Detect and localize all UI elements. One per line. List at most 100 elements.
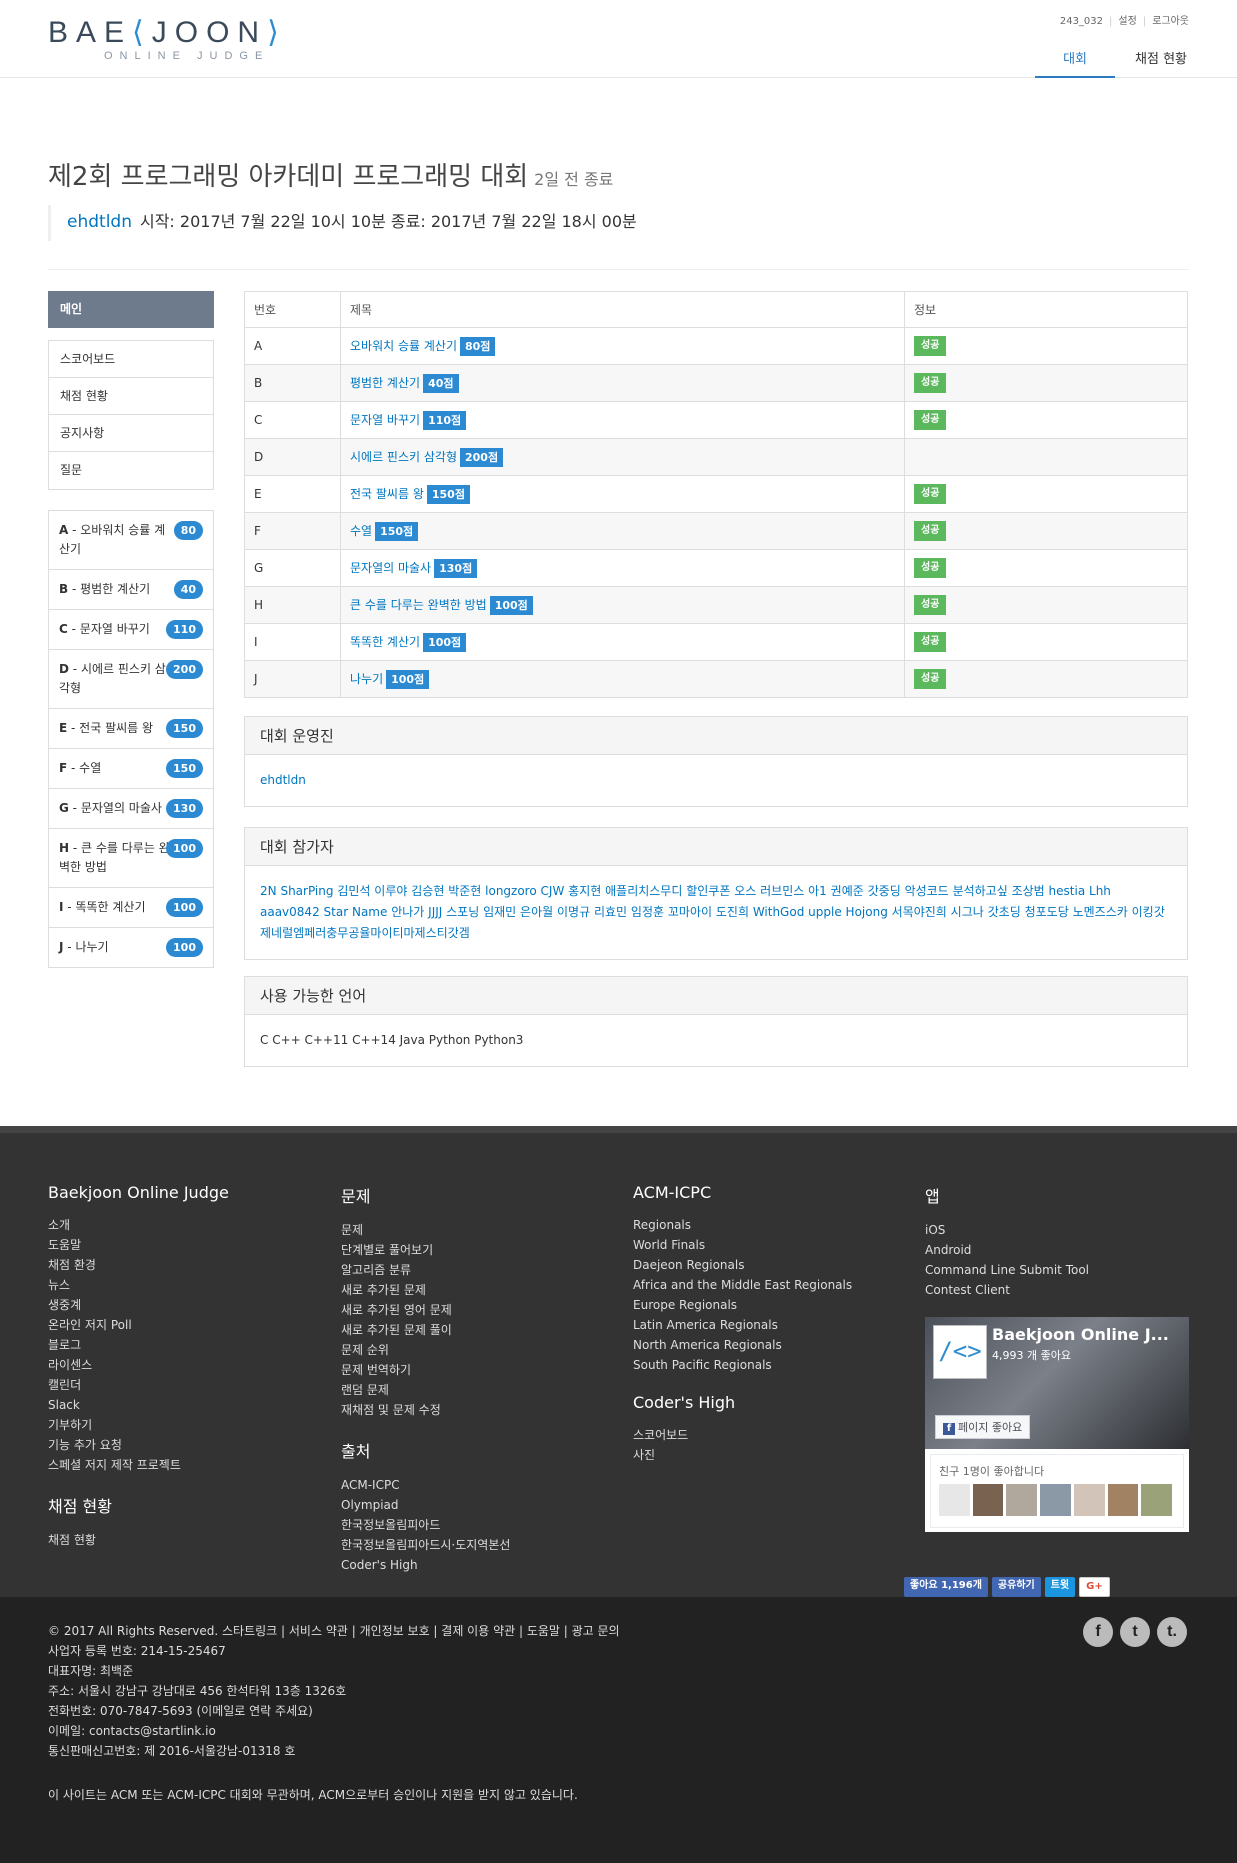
footer-link[interactable]: 새로 추가된 문제	[341, 1280, 510, 1300]
participant-link[interactable]: Name	[352, 905, 387, 919]
participant-link[interactable]: 할인쿠폰	[686, 884, 730, 898]
footer-link[interactable]: Europe Regionals	[633, 1295, 852, 1315]
footer-link[interactable]: 기능 추가 요청	[48, 1435, 229, 1455]
contest-owner-link[interactable]: ehdtldn	[67, 212, 132, 232]
footer-link[interactable]: Latin America Regionals	[633, 1315, 852, 1335]
footer-link[interactable]: Contest Client	[925, 1280, 1089, 1300]
participant-link[interactable]: 갓초딩	[988, 905, 1021, 919]
sidebar-problem-item[interactable]: G - 문자열의 마술사 130	[49, 789, 213, 829]
avatar[interactable]	[939, 1484, 970, 1516]
participant-link[interactable]: 아1	[808, 884, 827, 898]
participant-link[interactable]: SharPing	[280, 884, 333, 898]
participant-link[interactable]: 갓중딩	[868, 884, 901, 898]
footer-link[interactable]: 문제	[341, 1220, 510, 1240]
participant-link[interactable]: 오스	[734, 884, 756, 898]
problem-title-link[interactable]: 오바워치 승률 계산기	[350, 339, 457, 353]
footer-link[interactable]: 도움말	[48, 1235, 229, 1255]
problem-title-link[interactable]: 나누기	[350, 672, 383, 686]
sidebar-item-questions[interactable]: 질문	[49, 452, 213, 489]
tweet-button[interactable]: 트윗	[1044, 1577, 1076, 1597]
participant-link[interactable]: 김민석	[337, 884, 370, 898]
footer-link[interactable]: 한국정보올림피아드	[341, 1515, 510, 1535]
participant-link[interactable]: 애플리치스무디	[605, 884, 682, 898]
footer-link[interactable]: Regionals	[633, 1215, 852, 1235]
problem-title-link[interactable]: 똑똑한 계산기	[350, 635, 420, 649]
footer-link[interactable]: 사진	[633, 1445, 852, 1465]
participant-link[interactable]: 김승현	[411, 884, 444, 898]
participant-link[interactable]: Hojong	[846, 905, 888, 919]
footer-link[interactable]: Daejeon Regionals	[633, 1255, 852, 1275]
participant-link[interactable]: 서목야진희	[892, 905, 947, 919]
site-logo[interactable]: BAE⟨JOON⟩ ONLINE JUDGE	[48, 16, 287, 62]
twitter-icon[interactable]: t	[1120, 1617, 1150, 1647]
avatar[interactable]	[1073, 1484, 1105, 1516]
settings-link[interactable]: 설정	[1118, 16, 1136, 27]
footer-link[interactable]: Command Line Submit Tool	[925, 1260, 1089, 1280]
footer-link[interactable]: 온라인 저지 Poll	[48, 1315, 229, 1335]
participant-link[interactable]: 홍지현	[568, 884, 601, 898]
participant-link[interactable]: 이명규	[557, 905, 590, 919]
participant-link[interactable]: longzoro	[485, 884, 537, 898]
footer-link[interactable]: 알고리즘 분류	[341, 1260, 510, 1280]
participant-link[interactable]: 권예준	[831, 884, 864, 898]
participant-link[interactable]: 시그나	[951, 905, 984, 919]
participant-link[interactable]: 조상범	[1012, 884, 1045, 898]
footer-link[interactable]: 블로그	[48, 1335, 229, 1355]
footer-link[interactable]: 문제 번역하기	[341, 1360, 510, 1380]
footer-link[interactable]: Coder's High	[341, 1555, 510, 1575]
footer-link[interactable]: 새로 추가된 문제 풀이	[341, 1320, 510, 1340]
participant-link[interactable]: hestia	[1049, 884, 1086, 898]
footer-link[interactable]: North America Regionals	[633, 1335, 852, 1355]
sidebar-item-main[interactable]: 메인	[48, 291, 214, 328]
footer-link[interactable]: ACM-ICPC	[341, 1475, 510, 1495]
facebook-like-page-button[interactable]: f 페이지 좋아요	[935, 1415, 1031, 1439]
footer-link[interactable]: 한국정보올림피아드시·도지역본선	[341, 1535, 510, 1555]
participant-link[interactable]: 스포닝	[446, 905, 479, 919]
avatar[interactable]	[1006, 1484, 1038, 1516]
sidebar-problem-item[interactable]: E - 전국 팔씨름 왕 150	[49, 709, 213, 749]
participant-link[interactable]: 리효민	[594, 905, 627, 919]
footer-link[interactable]: Android	[925, 1240, 1089, 1260]
sidebar-problem-item[interactable]: D - 시에르 핀스키 삼각형 200	[49, 650, 213, 709]
problem-title-link[interactable]: 큰 수를 다루는 완벽한 방법	[350, 598, 487, 612]
participant-link[interactable]: upple	[808, 905, 842, 919]
footer-link[interactable]: World Finals	[633, 1235, 852, 1255]
google-plus-button[interactable]: G+	[1079, 1577, 1110, 1597]
sidebar-problem-item[interactable]: J - 나누기 100	[49, 928, 213, 967]
participant-link[interactable]: 이루야	[374, 884, 407, 898]
participant-link[interactable]: JJJJ	[428, 905, 442, 919]
footer-link[interactable]: 기부하기	[48, 1415, 229, 1435]
sidebar-problem-item[interactable]: I - 똑똑한 계산기 100	[49, 888, 213, 928]
footer-link[interactable]: 재채점 및 문제 수정	[341, 1400, 510, 1420]
participant-link[interactable]: 러브민스	[760, 884, 804, 898]
footer-link[interactable]: 캘린더	[48, 1375, 229, 1395]
participant-link[interactable]: 임정훈	[631, 905, 664, 919]
facebook-page-name[interactable]: Baekjoon Online J...	[992, 1325, 1169, 1344]
footer-link[interactable]: iOS	[925, 1220, 1089, 1240]
problem-title-link[interactable]: 평범한 계산기	[350, 376, 420, 390]
footer-link[interactable]: 라이센스	[48, 1355, 229, 1375]
footer-link[interactable]: Olympiad	[341, 1495, 510, 1515]
nav-contest[interactable]: 대회	[1035, 38, 1116, 78]
sidebar-item-notice[interactable]: 공지사항	[49, 415, 213, 452]
participant-link[interactable]: 꼬마아이	[668, 905, 712, 919]
sidebar-problem-item[interactable]: H - 큰 수를 다루는 완벽한 방법 100	[49, 829, 213, 888]
footer-link[interactable]: 뉴스	[48, 1275, 229, 1295]
problem-title-link[interactable]: 수열	[350, 524, 372, 538]
participant-link[interactable]: 박준현	[448, 884, 481, 898]
footer-link[interactable]: 소개	[48, 1215, 229, 1235]
username-link[interactable]: 243_032	[1060, 16, 1103, 27]
footer-link[interactable]: 문제 순위	[341, 1340, 510, 1360]
participant-link[interactable]: 은아월	[520, 905, 553, 919]
participant-link[interactable]: aaav0842	[260, 905, 320, 919]
participant-link[interactable]: 2N	[260, 884, 277, 898]
footer-link[interactable]: 스코어보드	[633, 1425, 852, 1445]
participant-link[interactable]: 악성코드	[905, 884, 949, 898]
footer-link[interactable]: South Pacific Regionals	[633, 1355, 852, 1375]
problem-title-link[interactable]: 문자열 바꾸기	[350, 413, 420, 427]
footer-link[interactable]: Africa and the Middle East Regionals	[633, 1275, 852, 1295]
footer-link[interactable]: 단계별로 풀어보기	[341, 1240, 510, 1260]
participant-link[interactable]: 청포도당	[1025, 905, 1069, 919]
footer-link[interactable]: 랜덤 문제	[341, 1380, 510, 1400]
sidebar-problem-item[interactable]: C - 문자열 바꾸기 110	[49, 610, 213, 650]
